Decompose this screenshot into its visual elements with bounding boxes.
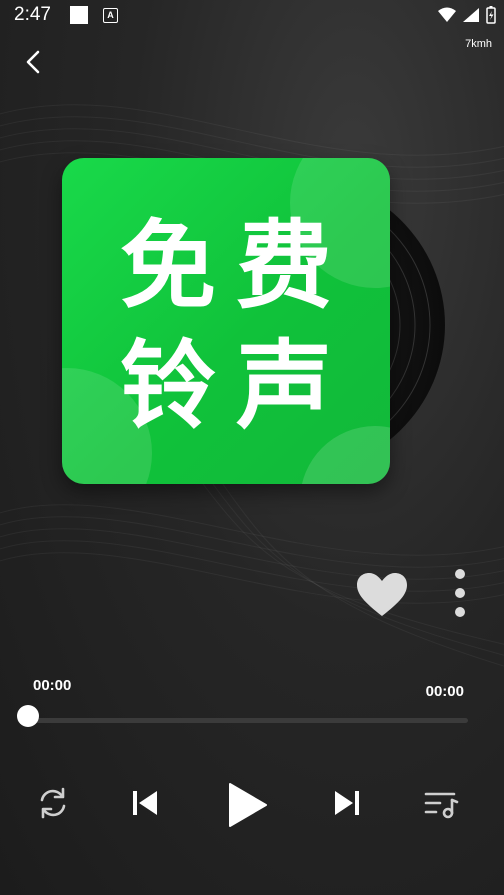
cover-char: 费 <box>236 210 332 322</box>
cover-char: 声 <box>236 330 332 442</box>
play-icon[interactable] <box>224 780 270 830</box>
repeat-icon[interactable] <box>34 786 72 820</box>
current-time: 00:00 <box>33 677 72 694</box>
album-cover: 免 费 铃 声 <box>62 158 390 484</box>
status-bar: 2:47 A <box>0 0 504 32</box>
status-indicators <box>438 6 496 24</box>
signal-icon <box>463 8 479 22</box>
skip-previous-icon[interactable] <box>128 786 162 820</box>
cover-char: 免 <box>120 210 216 322</box>
progress-bar[interactable] <box>26 718 468 723</box>
skip-next-icon[interactable] <box>330 786 364 820</box>
player-screen: 2:47 A 7kmh 免 费 铃 声 00:00 00:00 <box>0 0 504 895</box>
total-time: 00:00 <box>425 683 464 700</box>
network-speed: 7kmh <box>465 38 492 50</box>
playlist-music-icon[interactable] <box>422 786 460 822</box>
battery-charging-icon <box>486 6 496 24</box>
status-time: 2:47 <box>14 4 51 25</box>
cover-char: 铃 <box>120 330 216 442</box>
a-badge-icon: A <box>103 8 118 23</box>
notification-square-icon <box>70 6 88 24</box>
cover-title: 免 费 铃 声 <box>62 210 390 442</box>
progress-thumb[interactable] <box>17 705 39 727</box>
heart-icon[interactable] <box>356 572 408 618</box>
more-vertical-icon[interactable] <box>448 566 472 622</box>
wifi-icon <box>438 7 456 22</box>
back-arrow-icon[interactable] <box>20 46 48 78</box>
